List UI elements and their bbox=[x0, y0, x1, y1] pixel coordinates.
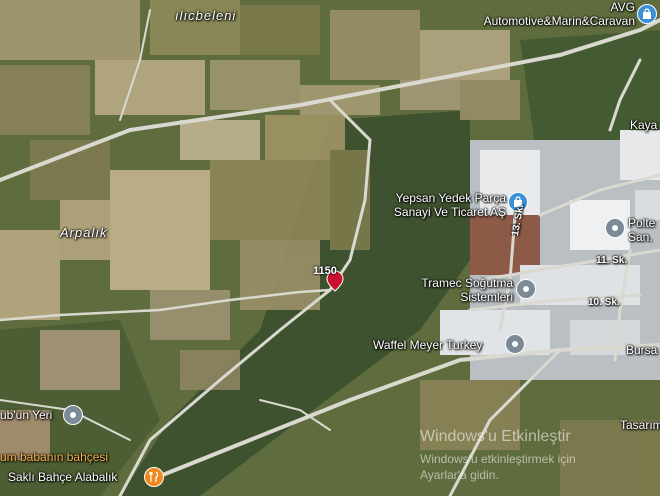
location-pin-icon bbox=[612, 225, 618, 231]
poi-bursa-label: Bursa T bbox=[626, 343, 660, 357]
poi-tramec-label[interactable]: Tramec Soğutma Sistemleri bbox=[405, 276, 513, 304]
road-label-11-sk: 11. Sk. bbox=[596, 255, 628, 266]
poi-waffel-label[interactable]: Waffel Meyer Turkey bbox=[373, 338, 482, 352]
restaurant-icon bbox=[149, 471, 159, 482]
place-label-ilicbeleni: ılıcbeleni bbox=[175, 8, 237, 23]
shopping-bag-icon bbox=[643, 8, 651, 19]
activation-watermark-subtitle2: Ayarlar'a gidin. bbox=[420, 468, 499, 482]
place-label-arpalik: Arpalık bbox=[60, 225, 108, 240]
activation-watermark-title: Windows'u Etkinleştir bbox=[420, 428, 571, 445]
poi-poltek-pin[interactable] bbox=[605, 218, 625, 238]
poi-babanin-bahcesi-label[interactable]: um babanın bahçesi bbox=[0, 450, 108, 464]
poi-babanin-yeri-pin[interactable] bbox=[63, 405, 83, 425]
satellite-map[interactable] bbox=[0, 0, 660, 496]
road-label-10-sk: 10. Sk. bbox=[588, 297, 620, 308]
poi-sakli-bahce-label[interactable]: Saklı Bahçe Alabalık bbox=[8, 470, 117, 484]
poi-babanin-yeri-label[interactable]: ub'un Yeri bbox=[0, 408, 52, 422]
poi-waffel-pin[interactable] bbox=[505, 334, 525, 354]
poi-poltek-label[interactable]: Polte San. bbox=[628, 216, 655, 244]
poi-tasarim-label[interactable]: Tasarım bbox=[620, 418, 660, 432]
poi-kaya-label[interactable]: Kaya bbox=[630, 118, 657, 132]
poi-avg-label[interactable]: AVG Automotive&Marin&Caravan bbox=[458, 0, 635, 28]
marker-label: 1150 bbox=[313, 265, 337, 277]
location-pin-icon bbox=[512, 341, 518, 347]
activation-watermark-subtitle: Windows'u etkinleştirmek için bbox=[420, 452, 576, 466]
poi-avg-pin[interactable] bbox=[637, 4, 657, 24]
location-pin-icon bbox=[70, 412, 76, 418]
poi-tramec-pin[interactable] bbox=[516, 279, 536, 299]
poi-yepsan-label[interactable]: Yepsan Yedek Parça Sanayi Ve Ticaret AŞ bbox=[378, 191, 506, 219]
poi-sakli-bahce-pin[interactable] bbox=[144, 467, 164, 487]
location-pin-icon bbox=[523, 286, 529, 292]
